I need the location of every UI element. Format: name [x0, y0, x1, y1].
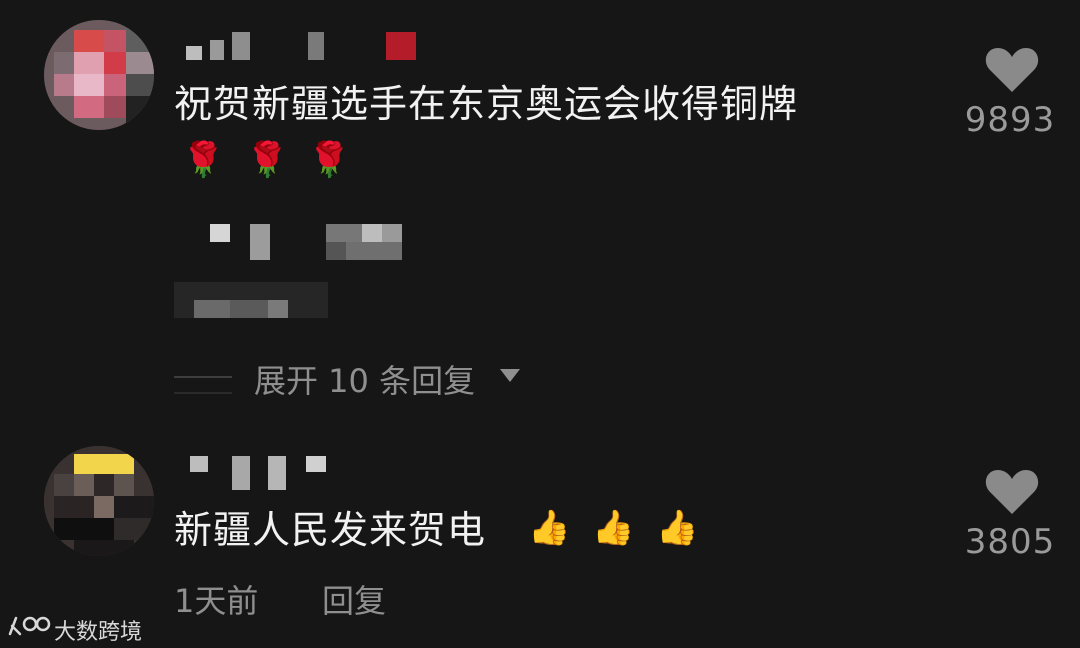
triangle-down-icon[interactable] — [498, 366, 522, 386]
thumbs-up-emoji: 👍 — [592, 508, 635, 548]
heart-icon[interactable] — [984, 44, 1040, 94]
divider — [174, 392, 232, 394]
reply-button[interactable]: 回复 — [322, 576, 386, 622]
divider — [174, 376, 232, 378]
comment-text: 祝贺新疆选手在东京奥运会收得铜牌 — [174, 82, 799, 126]
rose-emoji: 🌹 — [246, 140, 289, 180]
logo-icon — [8, 616, 51, 636]
watermark-text: 大数跨境 — [54, 620, 143, 645]
comment-time: 1天前 — [174, 582, 259, 620]
rose-emoji: 🌹 — [182, 140, 225, 180]
heart-icon[interactable] — [984, 466, 1040, 516]
avatar[interactable] — [44, 20, 154, 130]
rose-emoji: 🌹 — [308, 140, 351, 180]
like-count: 9893 — [964, 100, 1056, 140]
comment-text: 新疆人民发来贺电 — [174, 508, 487, 552]
like-count: 3805 — [964, 522, 1056, 562]
thumbs-up-emoji: 👍 — [528, 508, 571, 548]
expand-replies-label[interactable]: 展开 10 条回复 — [254, 356, 475, 402]
avatar[interactable] — [44, 446, 154, 556]
thumbs-up-emoji: 👍 — [656, 508, 699, 548]
